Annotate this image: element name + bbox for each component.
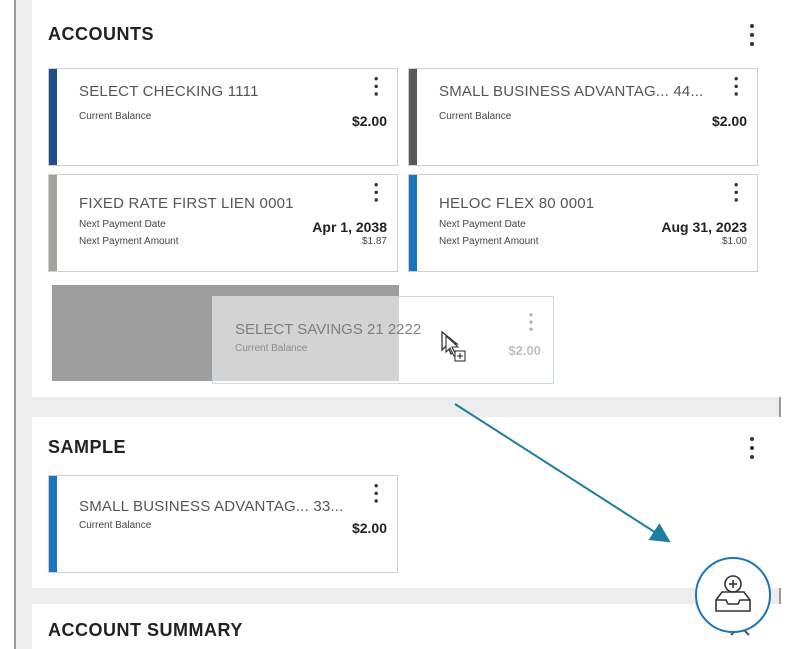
accounts-section: ACCOUNTS SELECT CHECKING 1111 Current Ba… — [32, 0, 785, 397]
balance-value: $2.00 — [351, 520, 387, 536]
card-menu-icon[interactable] — [369, 183, 383, 202]
card-color-stripe — [49, 476, 57, 572]
section-title: ACCOUNTS — [48, 24, 154, 44]
card-menu-icon — [525, 313, 538, 331]
account-card[interactable]: HELOC FLEX 80 0001 Next Payment Date Aug… — [408, 174, 758, 272]
balance-value: $2.00 — [351, 113, 387, 129]
balance-label: Current Balance — [439, 111, 512, 122]
account-name: HELOC FLEX 80 0001 — [439, 195, 595, 212]
card-menu-icon[interactable] — [729, 183, 743, 202]
account-card[interactable]: SMALL BUSINESS ADVANTAG... 44... Current… — [408, 68, 758, 166]
card-menu-icon[interactable] — [729, 77, 743, 96]
account-card[interactable]: FIXED RATE FIRST LIEN 0001 Next Payment … — [48, 174, 398, 272]
payment-amount-value: $1.87 — [361, 236, 387, 247]
tray-add-icon — [715, 575, 751, 612]
payment-date-value: Apr 1, 2038 — [312, 219, 387, 235]
payment-amount-label: Next Payment Amount — [79, 236, 179, 247]
balance-label: Current Balance — [79, 520, 152, 531]
card-color-stripe — [409, 175, 417, 271]
payment-date-label: Next Payment Date — [79, 219, 166, 230]
account-summary-section: ACCOUNT SUMMARY — [32, 604, 785, 649]
payment-date-value: Aug 31, 2023 — [661, 219, 747, 235]
balance-value: $2.00 — [711, 113, 747, 129]
card-menu-icon[interactable] — [369, 484, 383, 503]
accounts-menu-icon[interactable] — [744, 24, 760, 46]
account-card[interactable]: SMALL BUSINESS ADVANTAG... 33... Current… — [48, 475, 398, 573]
dashboard-panel: ACCOUNTS SELECT CHECKING 1111 Current Ba… — [14, 0, 785, 649]
dragging-account-card[interactable]: SELECT SAVINGS 21 2222 Current Balance $… — [212, 296, 554, 384]
account-name: FIXED RATE FIRST LIEN 0001 — [79, 195, 294, 212]
card-color-stripe — [49, 69, 57, 165]
account-name: SMALL BUSINESS ADVANTAG... 33... — [79, 498, 344, 515]
section-title: SAMPLE — [48, 437, 127, 457]
balance-label: Current Balance — [235, 343, 308, 354]
payment-amount-label: Next Payment Amount — [439, 236, 539, 247]
card-color-stripe — [409, 69, 417, 165]
drag-copy-cursor-icon — [441, 330, 466, 362]
account-name: SMALL BUSINESS ADVANTAG... 44... — [439, 83, 704, 100]
card-menu-icon[interactable] — [369, 77, 383, 96]
payment-amount-value: $1.00 — [721, 236, 747, 247]
balance-value: $2.00 — [508, 343, 541, 358]
section-title: ACCOUNT SUMMARY — [48, 620, 243, 640]
payment-date-label: Next Payment Date — [439, 219, 526, 230]
add-to-tray-button[interactable] — [695, 557, 771, 633]
account-card[interactable]: SELECT CHECKING 1111 Current Balance $2.… — [48, 68, 398, 166]
balance-label: Current Balance — [79, 111, 152, 122]
sample-section: SAMPLE SMALL BUSINESS ADVANTAG... 33... … — [32, 417, 785, 588]
card-color-stripe — [49, 175, 57, 271]
sample-menu-icon[interactable] — [744, 437, 760, 459]
account-name: SELECT SAVINGS 21 2222 — [235, 321, 422, 338]
account-name: SELECT CHECKING 1111 — [79, 83, 259, 100]
